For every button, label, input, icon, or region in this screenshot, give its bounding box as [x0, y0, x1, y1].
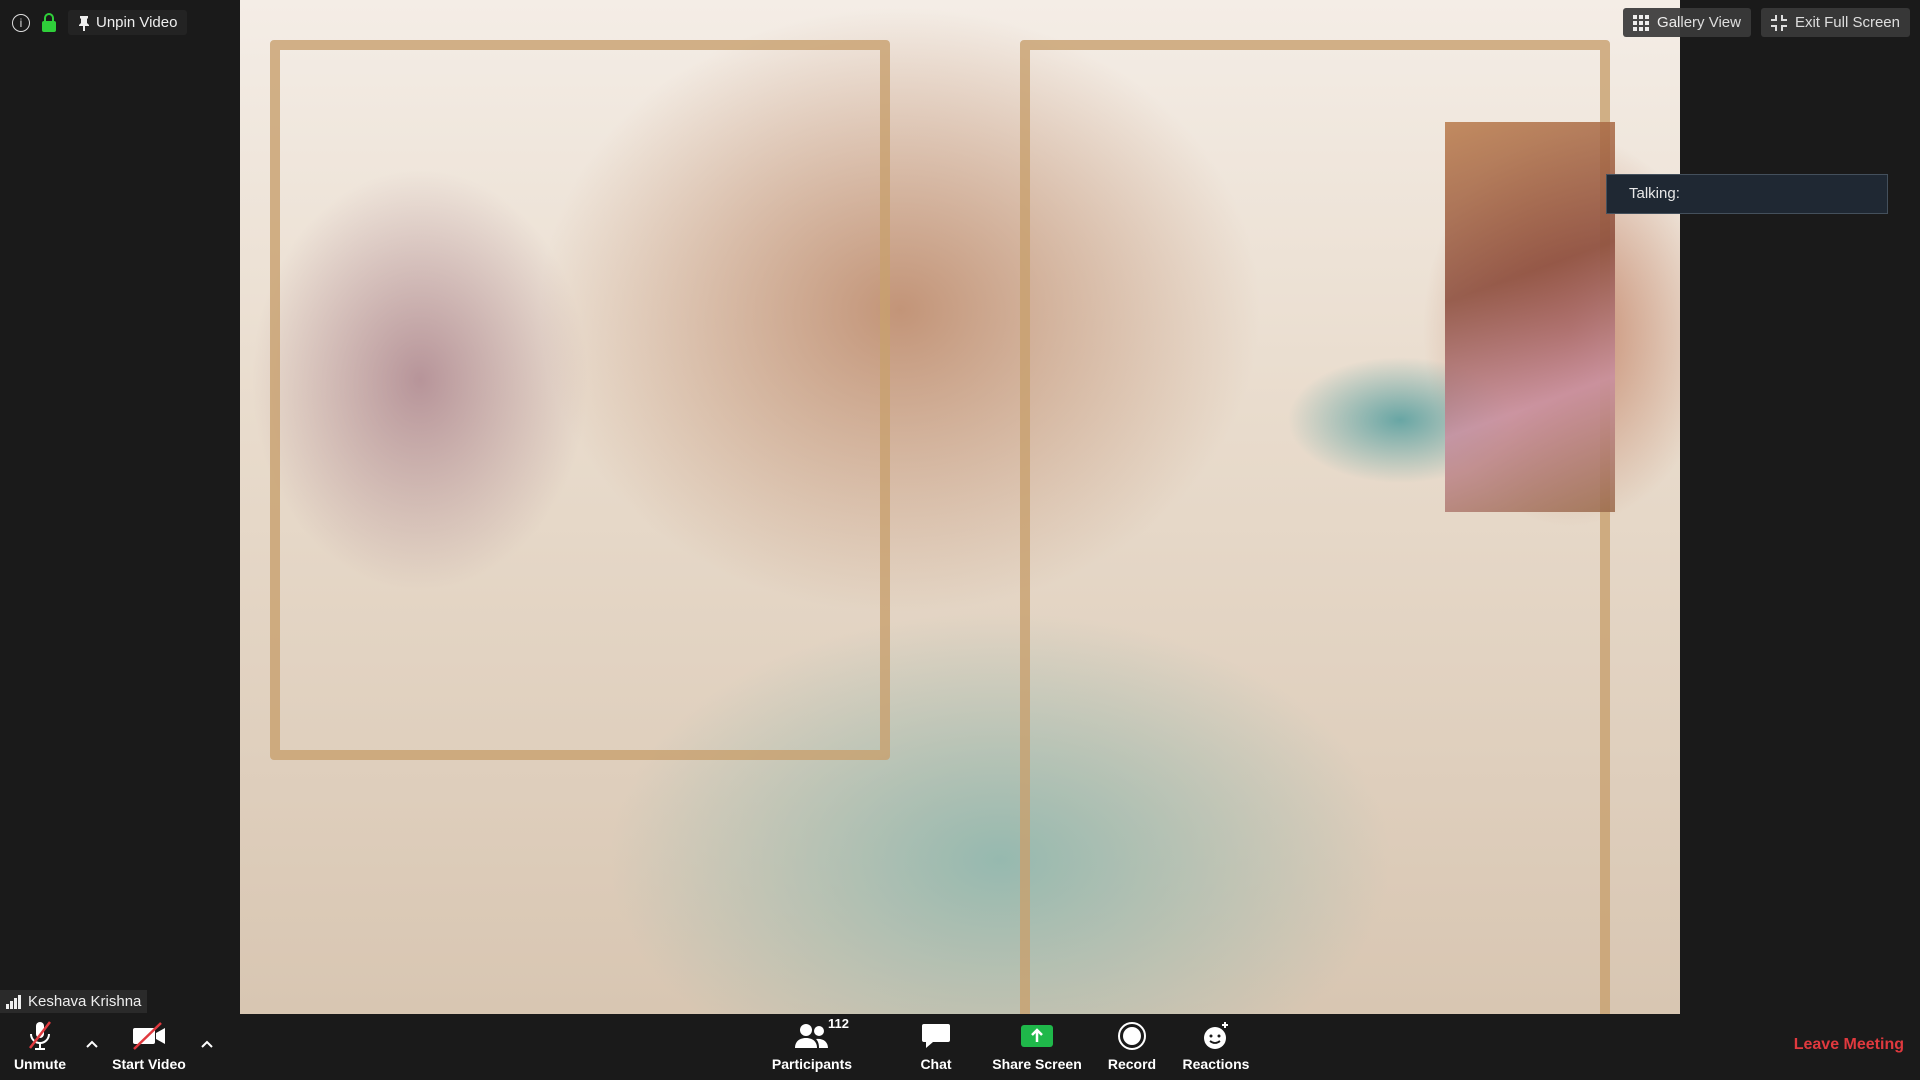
microphone-muted-icon	[26, 1018, 54, 1054]
talking-indicator: Talking:	[1606, 174, 1888, 214]
participants-button[interactable]: 112 Participants	[762, 1016, 862, 1072]
active-speaker-video	[240, 0, 1680, 1014]
meeting-info-bar: i Unpin Video	[12, 10, 188, 35]
speaker-name-tag: Keshava Krishna	[0, 990, 148, 1013]
participants-count: 112	[828, 1016, 849, 1031]
exit-full-screen-label: Exit Full Screen	[1794, 14, 1900, 31]
grid-icon	[1633, 14, 1650, 31]
bookshelf-frame-left	[270, 40, 890, 760]
exit-fullscreen-icon	[1770, 14, 1787, 31]
speaker-name: Keshava Krishna	[28, 993, 142, 1010]
record-label: Record	[1107, 1056, 1157, 1072]
reactions-smiley-icon	[1201, 1018, 1231, 1054]
start-video-label: Start Video	[112, 1056, 186, 1072]
chat-label: Chat	[920, 1056, 952, 1072]
meeting-toolbar: Unmute Start Video 112 Participants Chat	[0, 1014, 1920, 1080]
meeting-stage: i Unpin Video Gallery View Exit Full Scr…	[0, 0, 1920, 1014]
start-video-button[interactable]: Start Video	[99, 1018, 199, 1072]
share-screen-icon	[1021, 1018, 1053, 1054]
gallery-view-button[interactable]: Gallery View	[1623, 8, 1751, 37]
reactions-label: Reactions	[1182, 1056, 1250, 1072]
lock-icon[interactable]	[38, 12, 60, 34]
talking-label: Talking:	[1629, 185, 1680, 202]
unmute-label: Unmute	[13, 1056, 67, 1072]
video-options-chevron-up-icon[interactable]	[197, 1034, 217, 1054]
info-icon[interactable]: i	[12, 13, 30, 32]
unpin-video-label: Unpin Video	[96, 14, 178, 31]
record-icon	[1117, 1018, 1147, 1054]
leave-meeting-button[interactable]: Leave Meeting	[1794, 1036, 1904, 1054]
participants-label: Participants	[771, 1056, 853, 1072]
chat-button[interactable]: Chat	[886, 1018, 986, 1072]
reactions-button[interactable]: Reactions	[1166, 1018, 1266, 1072]
video-camera-off-icon	[131, 1018, 167, 1054]
gallery-view-label: Gallery View	[1657, 14, 1741, 31]
unmute-button[interactable]: Unmute	[0, 1018, 90, 1072]
share-screen-button[interactable]: Share Screen	[987, 1018, 1087, 1072]
exit-full-screen-button[interactable]: Exit Full Screen	[1760, 8, 1910, 37]
unpin-video-button[interactable]: Unpin Video	[68, 10, 188, 35]
wall-poster	[1445, 122, 1615, 512]
share-screen-label: Share Screen	[992, 1056, 1082, 1072]
participants-icon: 112	[794, 1016, 849, 1054]
pin-icon	[78, 15, 90, 31]
chat-bubble-icon	[921, 1018, 951, 1054]
view-controls: Gallery View Exit Full Screen	[1623, 8, 1910, 37]
signal-strength-icon	[6, 994, 22, 1009]
